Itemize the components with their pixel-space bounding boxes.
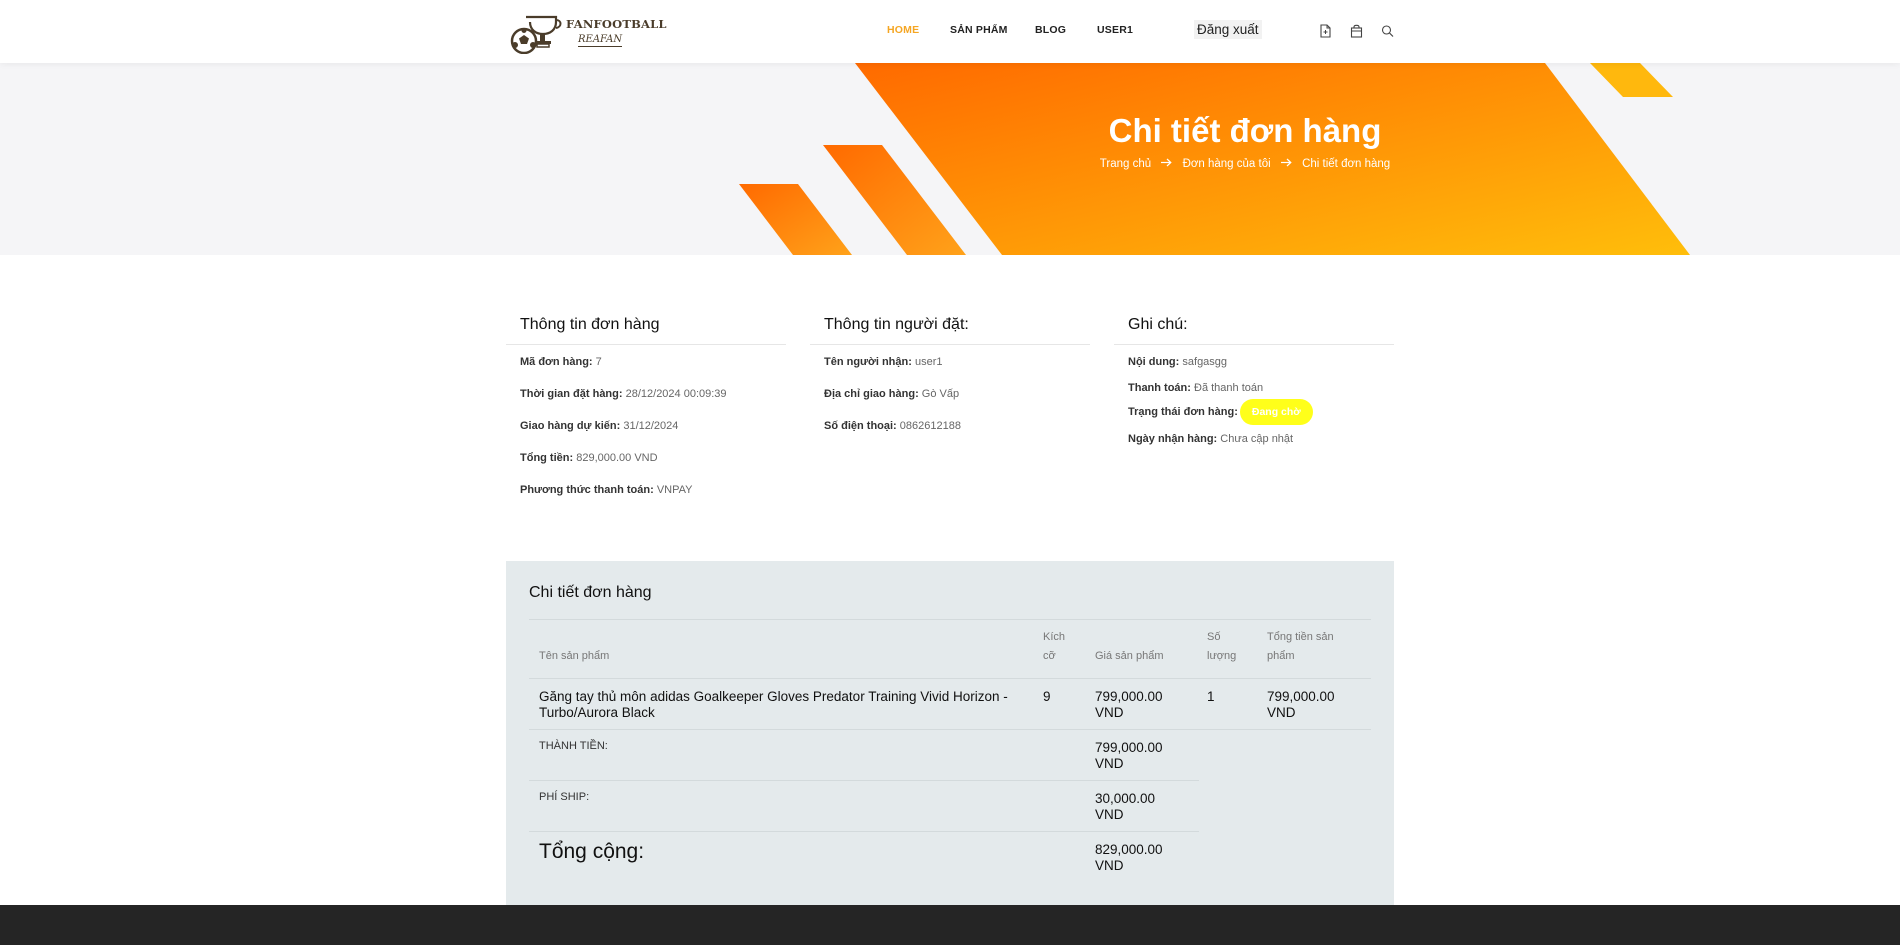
arrow-right-icon bbox=[1280, 158, 1292, 170]
divider bbox=[529, 831, 1199, 832]
document-icon[interactable] bbox=[1319, 24, 1333, 38]
payment-status-row: Thanh toán: Đã thanh toán bbox=[1128, 382, 1263, 394]
recipient-name-value: user1 bbox=[914, 356, 943, 368]
received-date-value: Chưa cập nhật bbox=[1220, 433, 1294, 445]
subtotal-value: 799,000.00 VND bbox=[1095, 740, 1163, 771]
order-time-value: 28/12/2024 00:09:39 bbox=[625, 388, 727, 400]
order-details-panel: Chi tiết đơn hàng Tên sản phẩm Kích cỡ G… bbox=[506, 561, 1394, 906]
nav-user[interactable]: USER1 bbox=[1097, 24, 1133, 36]
product-total: 799,000.00 VND bbox=[1267, 689, 1335, 720]
order-id-row: Mã đơn hàng: 7 bbox=[520, 356, 602, 368]
note-content-value: safgasgg bbox=[1182, 356, 1228, 368]
header-size: Kích cỡ bbox=[1043, 631, 1066, 662]
page-title: Chi tiết đơn hàng bbox=[1108, 112, 1382, 149]
header-product-name: Tên sản phẩm bbox=[539, 650, 610, 662]
buyer-info-section: Thông tin người đặt: Tên người nhận: use… bbox=[810, 316, 1090, 432]
payment-method-value: VNPAY bbox=[656, 484, 693, 496]
note-content-row: Nội dung: safgasgg bbox=[1128, 356, 1227, 368]
buyer-info-title: Thông tin người đặt: bbox=[810, 316, 1090, 345]
search-icon[interactable] bbox=[1381, 24, 1395, 38]
order-info-section: Thông tin đơn hàng Mã đơn hàng: 7 Thời g… bbox=[506, 316, 786, 496]
notes-title: Ghi chú: bbox=[1114, 316, 1394, 345]
payment-method-row: Phương thức thanh toán: VNPAY bbox=[520, 484, 692, 496]
page-banner: Chi tiết đơn hàng Trang chủ Đơn hàng của… bbox=[0, 63, 1900, 255]
header-quantity: Số lượng bbox=[1207, 631, 1237, 662]
shipping-address-value: Gò Vấp bbox=[921, 388, 960, 400]
shipping-address-row: Địa chỉ giao hàng: Gò Vấp bbox=[824, 388, 959, 400]
field-label: Thời gian đặt hàng: bbox=[520, 388, 623, 400]
payment-status-value: Đã thanh toán bbox=[1194, 382, 1264, 394]
phone-value: 0862612188 bbox=[899, 420, 961, 432]
field-label: Thanh toán: bbox=[1128, 382, 1191, 394]
shipping-label: PHÍ SHIP: bbox=[539, 791, 590, 803]
divider bbox=[529, 729, 1371, 730]
product-quantity: 1 bbox=[1207, 689, 1215, 704]
order-total-value: 829,000.00 VND bbox=[576, 452, 658, 464]
order-status-row: Trạng thái đơn hàng: Đang chờ bbox=[1128, 399, 1313, 425]
field-label: Trạng thái đơn hàng: bbox=[1128, 405, 1238, 418]
shipping-value: 30,000.00 VND bbox=[1095, 791, 1156, 822]
banner-background bbox=[739, 63, 1690, 255]
field-label: Tổng tiền: bbox=[520, 452, 574, 464]
breadcrumb: Trang chủ Đơn hàng của tôi Chi tiết đơn … bbox=[1000, 158, 1490, 170]
brand-name: FANFOOTBALL bbox=[566, 17, 667, 31]
nav-blog[interactable]: BLOG bbox=[1035, 24, 1066, 36]
status-badge: Đang chờ bbox=[1239, 399, 1313, 425]
nav-home[interactable]: HOME bbox=[887, 24, 919, 36]
order-info-title: Thông tin đơn hàng bbox=[506, 316, 786, 345]
arrow-right-icon bbox=[1161, 158, 1173, 170]
field-label: Phương thức thanh toán: bbox=[520, 484, 654, 496]
divider bbox=[529, 678, 1371, 679]
phone-row: Số điện thoại: 0862612188 bbox=[824, 420, 961, 432]
subtotal-label: THÀNH TIỀN: bbox=[539, 740, 608, 752]
breadcrumb-my-orders[interactable]: Đơn hàng của tôi bbox=[1183, 158, 1271, 170]
field-label: Nội dung: bbox=[1128, 356, 1180, 368]
recipient-name-row: Tên người nhận: user1 bbox=[824, 356, 942, 368]
product-size: 9 bbox=[1043, 689, 1051, 704]
field-label: Mã đơn hàng: bbox=[520, 356, 593, 368]
breadcrumb-current: Chi tiết đơn hàng bbox=[1302, 158, 1391, 170]
shopping-bag-icon[interactable] bbox=[1350, 24, 1364, 38]
expected-delivery-value: 31/12/2024 bbox=[623, 420, 679, 432]
field-label: Ngày nhận hàng: bbox=[1128, 433, 1218, 445]
nav-products[interactable]: SẢN PHẨM bbox=[950, 24, 1008, 36]
header-total: Tổng tiền sản phẩm bbox=[1267, 631, 1334, 662]
product-name: Găng tay thủ môn adidas Goalkeeper Glove… bbox=[539, 689, 1008, 720]
notes-section: Ghi chú: Nội dung: safgasgg Thanh toán: … bbox=[1114, 316, 1394, 445]
site-header: FANFOOTBALL REAFAN HOME SẢN PHẨM BLOG US… bbox=[0, 0, 1900, 63]
brand-tagline: REAFAN bbox=[578, 34, 623, 47]
logout-button[interactable]: Đăng xuất bbox=[1194, 20, 1262, 39]
order-details-title: Chi tiết đơn hàng bbox=[529, 584, 652, 601]
field-label: Số điện thoại: bbox=[824, 420, 897, 432]
order-time-row: Thời gian đặt hàng: 28/12/2024 00:09:39 bbox=[520, 388, 727, 400]
brand-logo[interactable]: FANFOOTBALL REAFAN bbox=[506, 14, 667, 54]
divider bbox=[529, 780, 1199, 781]
order-id-value: 7 bbox=[595, 356, 602, 368]
site-footer bbox=[0, 905, 1900, 945]
field-label: Giao hàng dự kiến: bbox=[520, 420, 621, 432]
grand-total-label: Tổng cộng: bbox=[539, 840, 645, 863]
trophy-ball-logo-icon bbox=[510, 15, 562, 54]
field-label: Tên người nhận: bbox=[824, 356, 912, 368]
grand-total-value: 829,000.00 VND bbox=[1095, 842, 1163, 873]
product-price: 799,000.00 VND bbox=[1095, 689, 1163, 720]
header-price: Giá sản phẩm bbox=[1095, 650, 1164, 662]
divider bbox=[529, 619, 1371, 620]
breadcrumb-home[interactable]: Trang chủ bbox=[1100, 158, 1151, 170]
order-total-row: Tổng tiền: 829,000.00 VND bbox=[520, 452, 658, 464]
field-label: Địa chỉ giao hàng: bbox=[824, 388, 919, 400]
expected-delivery-row: Giao hàng dự kiến: 31/12/2024 bbox=[520, 420, 678, 432]
received-date-row: Ngày nhận hàng: Chưa cập nhật bbox=[1128, 433, 1293, 445]
